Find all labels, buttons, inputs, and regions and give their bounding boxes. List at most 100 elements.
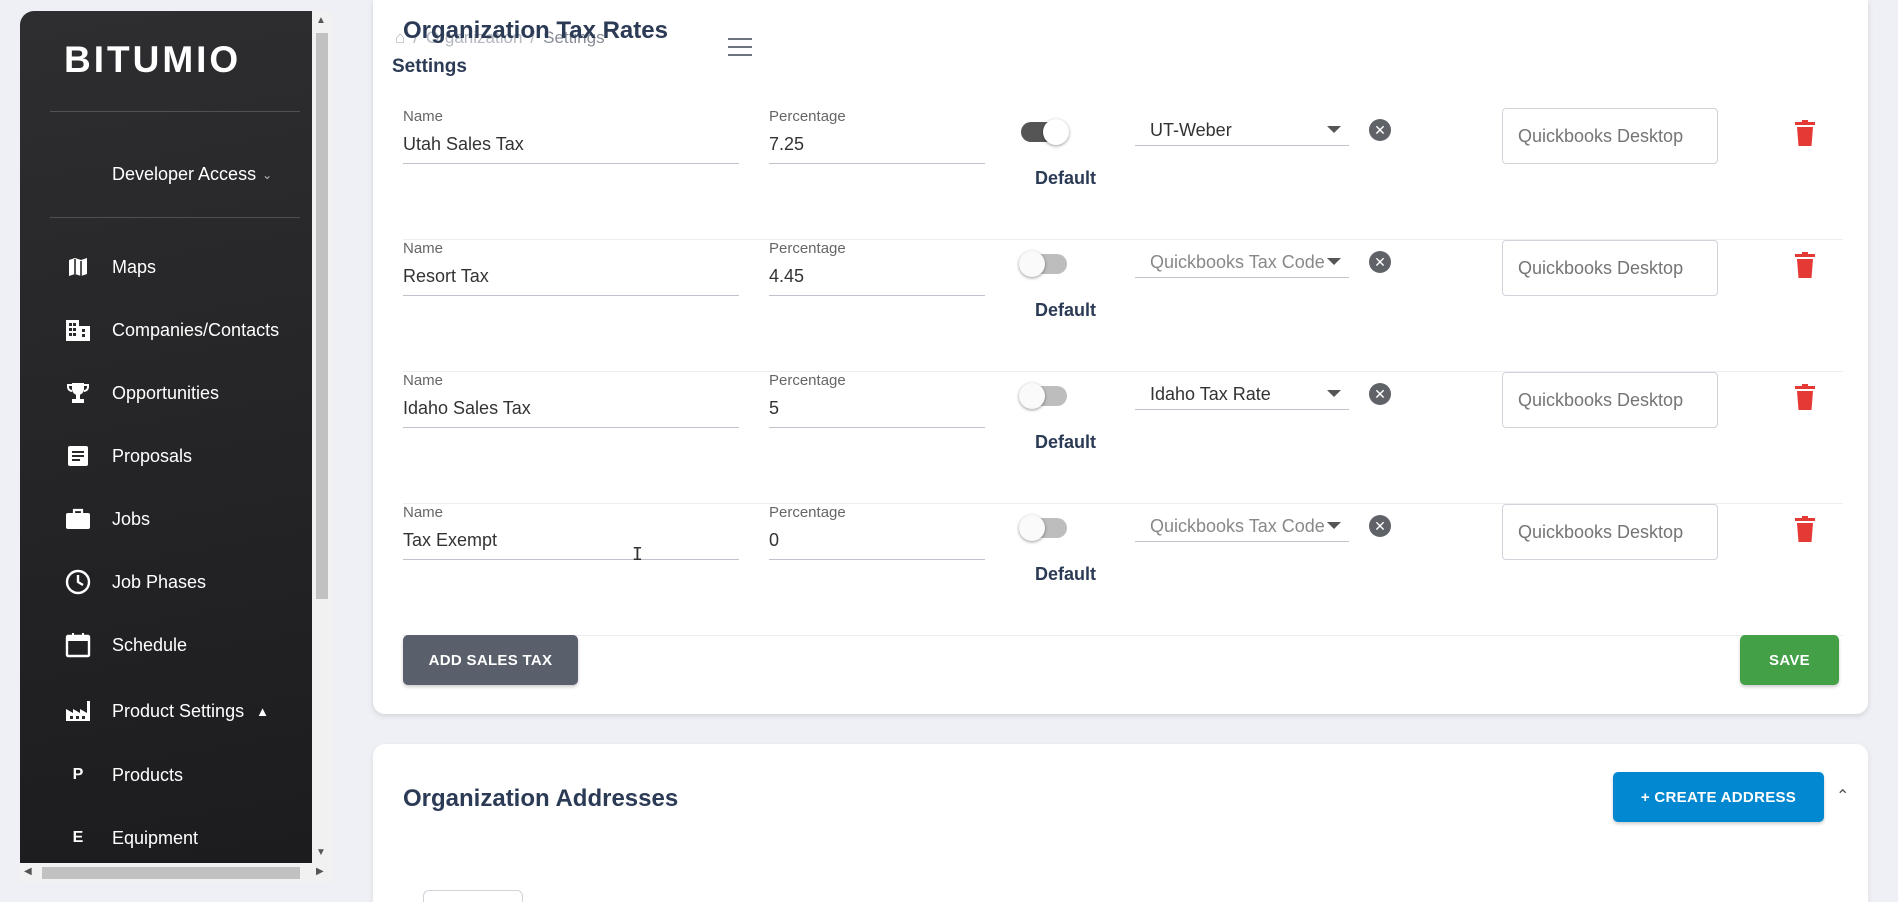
percentage-label: Percentage <box>769 372 846 389</box>
clear-icon[interactable]: ✕ <box>1369 383 1391 405</box>
tax-name-field[interactable]: Name Resort Tax <box>403 240 739 296</box>
caret-down-icon <box>1327 522 1341 529</box>
caret-down-icon <box>1327 258 1341 265</box>
caret-down-icon <box>1327 390 1341 397</box>
default-toggle[interactable] <box>1019 251 1067 277</box>
sidebar-item-label: Companies/Contacts <box>112 319 280 340</box>
products-letter-icon: P <box>72 766 84 783</box>
scroll-right-arrow-icon[interactable]: ▶ <box>316 866 324 877</box>
tax-code-value: Quickbooks Tax Code <box>1150 516 1325 536</box>
tax-percentage-field[interactable]: Percentage 5 <box>769 372 985 428</box>
briefcase-icon <box>64 505 92 533</box>
sidebar-item-label: Equipment <box>112 827 199 848</box>
sidebar-item-companies-contacts[interactable]: Companies/Contacts <box>64 310 304 350</box>
sidebar-item-schedule[interactable]: Schedule <box>64 625 304 665</box>
tax-percentage-field[interactable]: Percentage 4.45 <box>769 240 985 296</box>
equipment-letter-icon: E <box>72 829 84 846</box>
save-button[interactable]: SAVE <box>1740 635 1839 685</box>
tax-row: Name Tax Exempt Percentage 0 Default Qui… <box>403 504 1843 636</box>
trash-icon[interactable] <box>1795 120 1815 146</box>
add-sales-tax-button[interactable]: ADD SALES TAX <box>403 635 578 685</box>
tax-name-field[interactable]: Name Utah Sales Tax <box>403 108 739 164</box>
quickbooks-desktop-input[interactable] <box>1502 240 1718 296</box>
clear-icon[interactable]: ✕ <box>1369 251 1391 273</box>
sidebar-item-label: Maps <box>112 256 157 277</box>
scroll-down-arrow-icon[interactable]: ▼ <box>316 847 326 858</box>
calendar-icon <box>64 631 92 659</box>
chevron-down-icon: ⌄ <box>262 167 273 182</box>
tax-percentage-input[interactable]: 0 <box>769 530 985 560</box>
trash-icon[interactable] <box>1795 384 1815 410</box>
sidebar-item-jobs[interactable]: Jobs <box>64 499 304 539</box>
trash-icon[interactable] <box>1795 516 1815 542</box>
sidebar-divider <box>50 217 300 218</box>
name-label: Name <box>403 504 444 521</box>
sidebar-item-label: Opportunities <box>112 382 220 403</box>
percentage-label: Percentage <box>769 240 846 257</box>
tax-percentage-input[interactable]: 7.25 <box>769 134 985 164</box>
scroll-up-arrow-icon[interactable]: ▲ <box>316 15 326 26</box>
address-tab[interactable] <box>423 890 523 902</box>
default-toggle[interactable] <box>1019 383 1067 409</box>
quickbooks-desktop-input[interactable] <box>1502 504 1718 560</box>
menu-icon[interactable] <box>728 38 752 56</box>
developer-access-dropdown[interactable]: Developer Access ⌄ <box>112 164 272 185</box>
tax-code-select[interactable]: Idaho Tax Rate <box>1135 380 1349 410</box>
name-label: Name <box>403 372 444 389</box>
tax-percentage-field[interactable]: Percentage 7.25 <box>769 108 985 164</box>
sidebar-vertical-scrollbar[interactable]: ▲ ▼ <box>312 11 332 863</box>
scrollbar-thumb[interactable] <box>42 867 300 879</box>
tax-percentage-input[interactable]: 4.45 <box>769 266 985 296</box>
tax-code-select[interactable]: Quickbooks Tax Code <box>1135 248 1349 278</box>
sidebar: BITUMIO Developer Access ⌄ Maps Companie… <box>20 11 312 863</box>
quickbooks-desktop-input[interactable] <box>1502 108 1718 164</box>
tax-code-select[interactable]: UT-Weber <box>1135 116 1349 146</box>
default-label: Default <box>1035 168 1097 188</box>
quickbooks-desktop-input[interactable] <box>1502 372 1718 428</box>
percentage-label: Percentage <box>769 504 846 521</box>
tax-name-field[interactable]: Name Idaho Sales Tax <box>403 372 739 428</box>
tax-row: Name Utah Sales Tax Percentage 7.25 Defa… <box>403 108 1843 240</box>
clear-icon[interactable]: ✕ <box>1369 119 1391 141</box>
addresses-title: Organization Addresses <box>403 785 679 812</box>
default-label: Default <box>1035 432 1097 452</box>
clock-icon <box>64 568 92 596</box>
default-toggle[interactable] <box>1019 515 1067 541</box>
tax-row: Name Idaho Sales Tax Percentage 5 Defaul… <box>403 372 1843 504</box>
sidebar-item-job-phases[interactable]: Job Phases <box>64 562 304 602</box>
tax-name-input[interactable]: Tax Exempt <box>403 530 739 560</box>
tax-code-select[interactable]: Quickbooks Tax Code <box>1135 512 1349 542</box>
trash-icon[interactable] <box>1795 252 1815 278</box>
default-toggle[interactable] <box>1021 119 1069 145</box>
sidebar-horizontal-scrollbar[interactable]: ◀ ▶ <box>20 863 332 883</box>
name-label: Name <box>403 108 444 125</box>
sidebar-item-opportunities[interactable]: Opportunities <box>64 373 304 413</box>
tax-row: Name Resort Tax Percentage 4.45 Default … <box>403 240 1843 372</box>
sidebar-item-label: Jobs <box>112 508 151 529</box>
tax-name-field[interactable]: Name Tax Exempt <box>403 504 739 560</box>
tax-name-input[interactable]: Utah Sales Tax <box>403 134 739 164</box>
clear-icon[interactable]: ✕ <box>1369 515 1391 537</box>
tax-rates-title: Organization Tax Rates <box>403 17 668 44</box>
sidebar-item-label: Products <box>112 764 184 785</box>
chevron-up-icon[interactable]: ⌃ <box>1836 786 1849 806</box>
document-icon <box>64 442 92 470</box>
sidebar-item-maps[interactable]: Maps <box>64 247 304 287</box>
text-cursor-icon: I <box>632 544 643 565</box>
map-icon <box>64 253 92 281</box>
tax-name-input[interactable]: Resort Tax <box>403 266 739 296</box>
bitumio-logo[interactable]: BITUMIO <box>64 39 241 81</box>
scroll-left-arrow-icon[interactable]: ◀ <box>24 866 32 877</box>
sidebar-item-label: Product Settings <box>112 700 245 721</box>
tax-percentage-field[interactable]: Percentage 0 <box>769 504 985 560</box>
sidebar-item-proposals[interactable]: Proposals <box>64 436 304 476</box>
sidebar-item-products[interactable]: P Products <box>64 755 304 795</box>
tax-name-input[interactable]: Idaho Sales Tax <box>403 398 739 428</box>
sidebar-item-product-settings[interactable]: Product Settings ▲ <box>64 691 304 731</box>
tax-rates-card: ⌂ / Organization / Settings Organization… <box>373 0 1868 714</box>
page-title: Settings <box>392 56 467 77</box>
scrollbar-thumb[interactable] <box>316 33 328 599</box>
create-address-button[interactable]: + CREATE ADDRESS <box>1613 772 1824 822</box>
sidebar-item-equipment[interactable]: E Equipment <box>64 818 304 858</box>
tax-percentage-input[interactable]: 5 <box>769 398 985 428</box>
